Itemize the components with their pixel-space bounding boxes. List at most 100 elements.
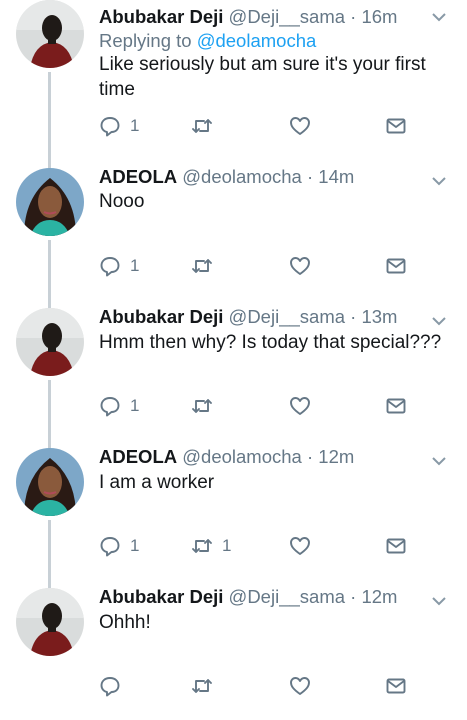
like-button[interactable] xyxy=(289,674,311,698)
envelope-icon xyxy=(386,538,406,554)
retweet-button[interactable] xyxy=(191,674,222,698)
action-bar: 1 xyxy=(99,254,467,278)
reply-count: 1 xyxy=(130,536,140,555)
tweet-text-line: Hmm then why? Is today that special??? xyxy=(99,332,442,353)
mention-link[interactable]: @deolamocha xyxy=(197,30,317,51)
timestamp[interactable]: 13m xyxy=(361,306,397,327)
tweet-text: I am a worker xyxy=(99,470,449,495)
heart-icon xyxy=(290,397,310,415)
female-avatar-image xyxy=(16,168,84,236)
avatar[interactable] xyxy=(16,448,84,516)
direct-message-button[interactable] xyxy=(385,674,407,698)
chevron-down-icon[interactable] xyxy=(431,176,447,186)
timestamp[interactable]: 14m xyxy=(318,166,354,187)
display-name[interactable]: Abubakar Deji xyxy=(99,586,223,607)
direct-message-button[interactable] xyxy=(385,394,407,418)
chevron-down-icon[interactable] xyxy=(431,316,447,326)
replying-to-line: Replying to @deolamocha xyxy=(99,30,316,52)
chevron-down-icon[interactable] xyxy=(431,596,447,606)
tweet-header: Abubakar Deji @Deji__sama · 16m xyxy=(99,6,427,28)
reply-icon xyxy=(100,117,120,137)
display-name[interactable]: Abubakar Deji xyxy=(99,306,223,327)
retweet-button[interactable] xyxy=(191,254,222,278)
envelope-icon xyxy=(386,118,406,134)
female-avatar-image xyxy=(16,448,84,516)
tweet-text: Ohhh! xyxy=(99,610,449,635)
reply-button[interactable]: 1 xyxy=(99,114,139,138)
retweet-icon xyxy=(192,259,212,273)
separator: · xyxy=(350,6,357,27)
separator: · xyxy=(350,306,357,327)
reply-button[interactable] xyxy=(99,674,130,698)
male-avatar-image xyxy=(16,588,84,656)
reply-button[interactable]: 1 xyxy=(99,534,139,558)
avatar[interactable] xyxy=(16,0,84,68)
retweet-icon xyxy=(192,539,212,553)
reply-button[interactable]: 1 xyxy=(99,254,139,278)
user-handle[interactable]: @deolamocha xyxy=(182,166,302,187)
tweet-text-line: time xyxy=(99,79,135,100)
timestamp[interactable]: 12m xyxy=(318,446,354,467)
display-name[interactable]: ADEOLA xyxy=(99,166,177,187)
reply-icon xyxy=(100,397,120,417)
heart-icon xyxy=(290,117,310,135)
separator: · xyxy=(306,446,314,467)
retweet-icon xyxy=(192,399,212,413)
user-handle[interactable]: @Deji__sama xyxy=(229,6,345,27)
reply-button[interactable]: 1 xyxy=(99,394,139,418)
direct-message-button[interactable] xyxy=(385,254,407,278)
reply-icon xyxy=(100,677,120,697)
envelope-icon xyxy=(386,678,406,694)
like-button[interactable] xyxy=(289,254,311,278)
heart-icon xyxy=(290,537,310,555)
user-handle[interactable]: @Deji__sama xyxy=(229,306,345,327)
display-name[interactable]: ADEOLA xyxy=(99,446,177,467)
chevron-down-icon[interactable] xyxy=(431,12,447,22)
tweet-text-line: I am a worker xyxy=(99,472,215,493)
tweet-text-line: Nooo xyxy=(99,191,145,212)
reply-count: 1 xyxy=(130,116,140,135)
retweet-button[interactable] xyxy=(191,394,222,418)
reply-icon xyxy=(100,257,120,277)
tweet[interactable]: Abubakar Deji @Deji__sama · 13m Hmm then… xyxy=(0,304,467,444)
like-button[interactable] xyxy=(289,114,311,138)
male-avatar-image xyxy=(16,308,84,376)
user-handle[interactable]: @deolamocha xyxy=(182,446,302,467)
retweet-button[interactable] xyxy=(191,114,222,138)
tweet-text-line: Ohhh! xyxy=(99,612,151,633)
heart-icon xyxy=(290,677,310,695)
male-avatar-image xyxy=(16,0,84,68)
action-bar xyxy=(99,674,467,698)
user-handle[interactable]: @Deji__sama xyxy=(229,586,345,607)
avatar[interactable] xyxy=(16,308,84,376)
avatar[interactable] xyxy=(16,168,84,236)
tweet-header: ADEOLA @deolamocha · 14m xyxy=(99,166,427,188)
tweet[interactable]: ADEOLA @deolamocha · 14m Nooo 1 xyxy=(0,164,467,304)
envelope-icon xyxy=(386,398,406,414)
tweet[interactable]: Abubakar Deji @Deji__sama · 16m Replying… xyxy=(0,0,467,140)
timestamp[interactable]: 16m xyxy=(361,6,397,27)
tweet[interactable]: ADEOLA @deolamocha · 12m I am a worker 1… xyxy=(0,444,467,584)
tweet[interactable]: Abubakar Deji @Deji__sama · 12m Ohhh! xyxy=(0,584,467,720)
timestamp[interactable]: 12m xyxy=(361,586,397,607)
avatar[interactable] xyxy=(16,588,84,656)
tweet-text-line: Like seriously but am sure it's your fir… xyxy=(99,54,426,75)
like-button[interactable] xyxy=(289,394,311,418)
tweet-header: Abubakar Deji @Deji__sama · 13m xyxy=(99,306,427,328)
chevron-down-icon[interactable] xyxy=(431,456,447,466)
tweet-text: Like seriously but am sure it's your fir… xyxy=(99,52,449,102)
reply-count: 1 xyxy=(130,256,140,275)
action-bar: 1 1 xyxy=(99,534,467,558)
action-bar: 1 xyxy=(99,394,467,418)
retweet-button[interactable]: 1 xyxy=(191,534,231,558)
action-bar: 1 xyxy=(99,114,467,138)
tweet-header: ADEOLA @deolamocha · 12m xyxy=(99,446,427,468)
separator: · xyxy=(306,166,314,187)
direct-message-button[interactable] xyxy=(385,534,407,558)
retweet-icon xyxy=(192,119,212,133)
tweet-text: Nooo xyxy=(99,189,449,214)
heart-icon xyxy=(290,257,310,275)
like-button[interactable] xyxy=(289,534,311,558)
display-name[interactable]: Abubakar Deji xyxy=(99,6,223,27)
direct-message-button[interactable] xyxy=(385,114,407,138)
